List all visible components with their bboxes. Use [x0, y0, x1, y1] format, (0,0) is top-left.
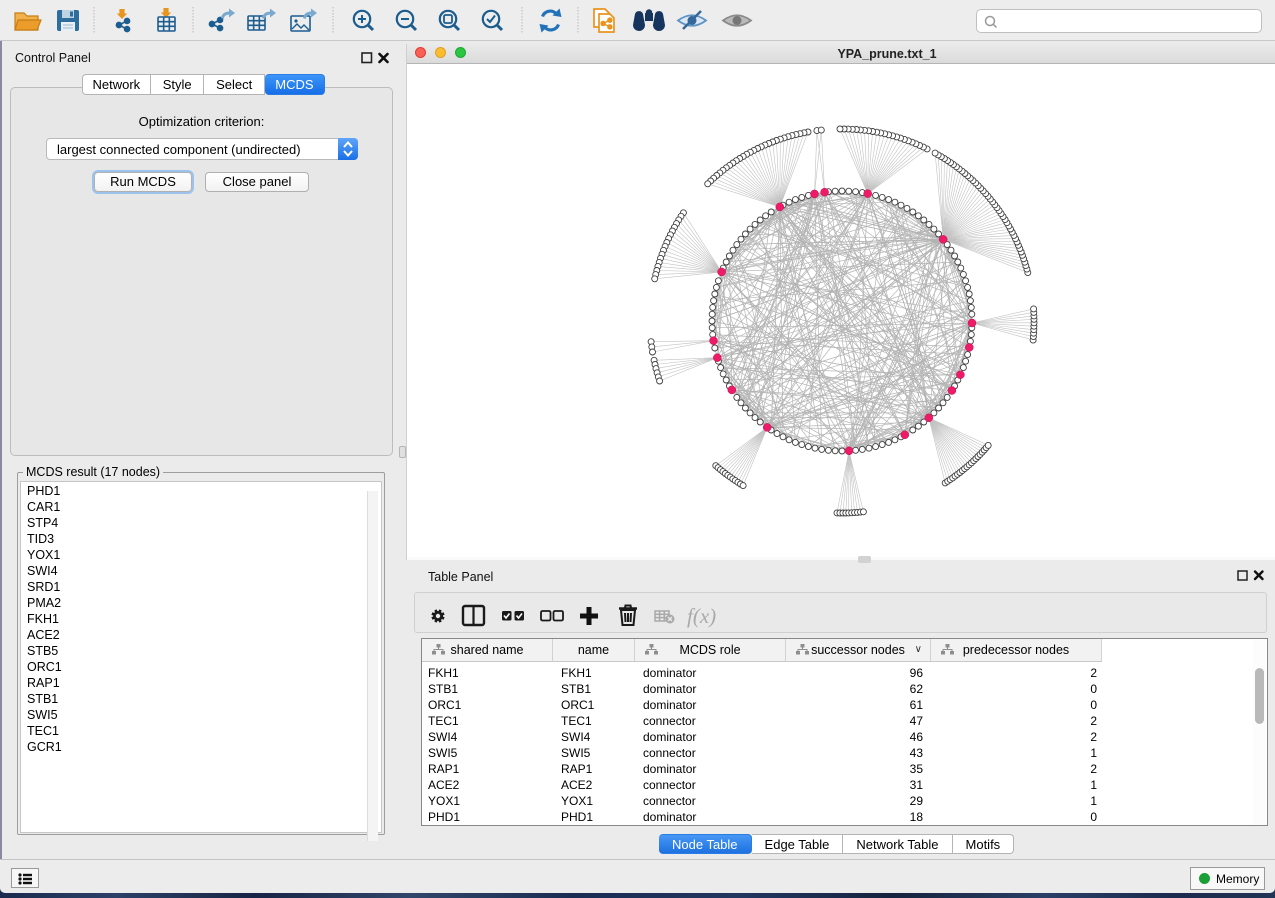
- svg-text:f(x): f(x): [687, 604, 716, 628]
